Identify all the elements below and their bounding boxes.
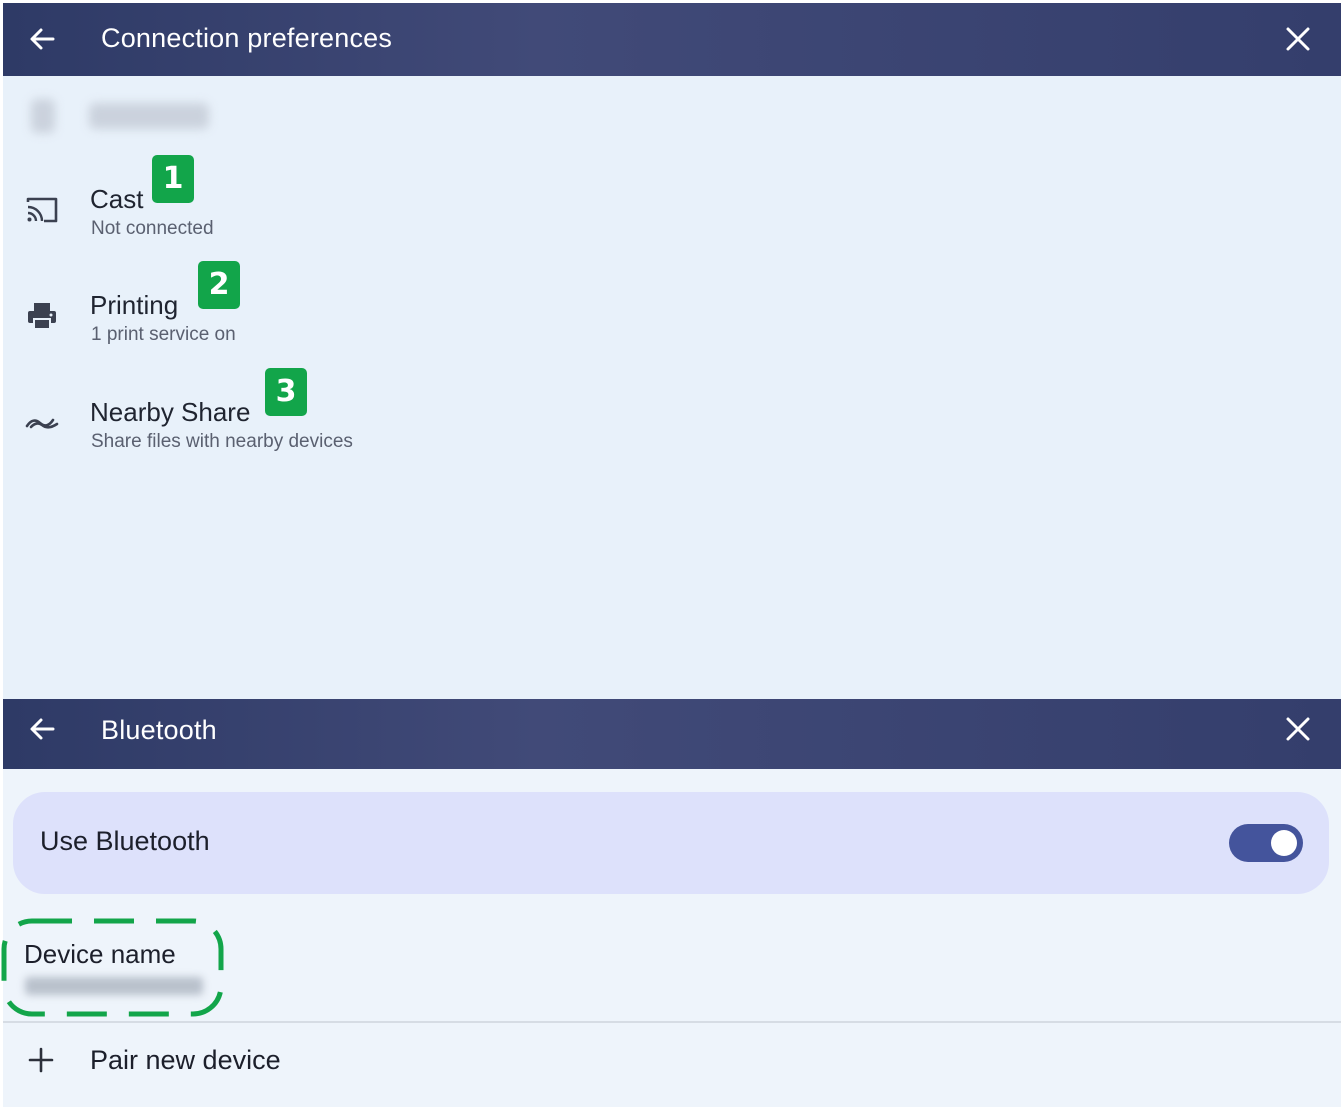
use-bluetooth-toggle[interactable]	[1229, 824, 1303, 862]
connection-preferences-panel: Connection preferences Cast Not connecte…	[3, 3, 1341, 699]
use-bluetooth-card[interactable]: Use Bluetooth	[13, 792, 1329, 894]
page-title: Bluetooth	[101, 715, 217, 745]
blurred-label	[89, 103, 209, 129]
callout-badge-3: 3	[265, 368, 307, 416]
nearby-share-item[interactable]: Nearby Share Share files with nearby dev…	[3, 368, 1341, 458]
arrow-left-icon[interactable]	[25, 712, 59, 746]
bluetooth-header: Bluetooth	[3, 699, 1341, 769]
cast-icon	[26, 197, 58, 223]
nearby-share-icon	[25, 418, 59, 429]
close-icon[interactable]	[1281, 712, 1315, 746]
connection-preferences-header: Connection preferences	[3, 3, 1341, 76]
callout-badge-1: 1	[152, 155, 194, 203]
highlight-dashed-outline	[1, 918, 224, 1017]
callout-badge-2: 2	[198, 261, 240, 309]
printer-icon	[28, 303, 56, 330]
cast-item[interactable]: Cast Not connected	[3, 153, 1341, 243]
pair-new-device-label: Pair new device	[90, 1045, 281, 1075]
close-icon[interactable]	[1281, 22, 1315, 56]
blurred-icon	[31, 99, 55, 133]
use-bluetooth-label: Use Bluetooth	[40, 826, 210, 856]
divider	[3, 1021, 1341, 1023]
bluetooth-panel: Bluetooth Use Bluetooth Device name Pair…	[1, 699, 1341, 1107]
cast-subtitle: Not connected	[91, 218, 214, 239]
printing-subtitle: 1 print service on	[91, 324, 236, 345]
arrow-left-icon[interactable]	[25, 22, 59, 56]
nearby-share-title: Nearby Share	[90, 397, 251, 427]
nearby-share-subtitle: Share files with nearby devices	[91, 431, 353, 452]
printing-title: Printing	[90, 290, 179, 320]
page-title: Connection preferences	[101, 23, 393, 53]
pair-new-device-row[interactable]: Pair new device	[3, 1024, 1341, 1104]
cast-title: Cast	[90, 184, 144, 214]
plus-icon	[28, 1047, 54, 1073]
toggle-knob	[1271, 830, 1297, 856]
